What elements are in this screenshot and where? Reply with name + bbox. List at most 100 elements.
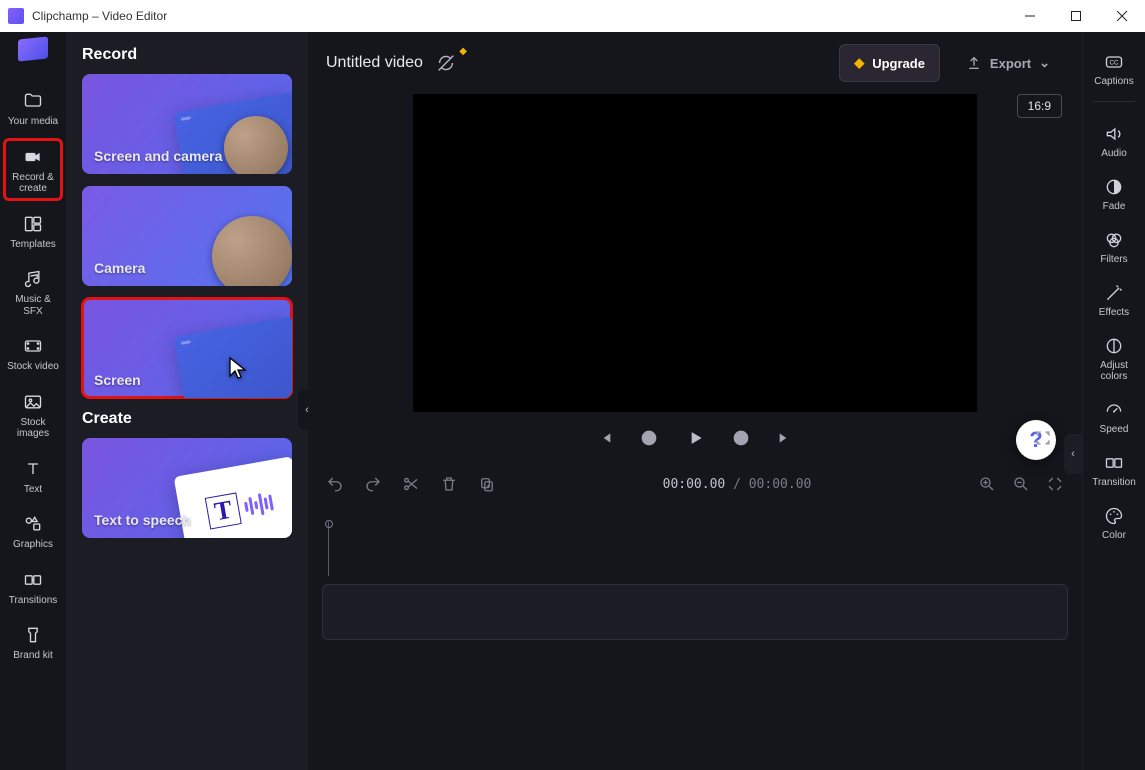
time-current: 00:00.00 [663, 477, 726, 492]
playhead-icon[interactable] [325, 520, 333, 528]
nav-label: Your media [8, 116, 58, 128]
duplicate-button[interactable] [478, 475, 496, 493]
nav-label: Graphics [13, 539, 53, 551]
editor-area: Untitled video ◆ ◆ Upgrade Export ⌄ 16:9… [308, 32, 1082, 770]
card-camera[interactable]: Camera [82, 186, 292, 286]
upgrade-label: Upgrade [872, 56, 925, 71]
zoom-in-button[interactable] [978, 475, 996, 493]
card-preview-tts: T [174, 456, 292, 538]
card-screen-and-camera[interactable]: Screen and camera [82, 74, 292, 174]
nav-brand-kit[interactable]: Brand kit [5, 618, 61, 666]
zoom-fit-button[interactable] [1046, 475, 1064, 493]
nav-label: Templates [10, 239, 56, 251]
rnav-label: Color [1102, 530, 1126, 541]
no-autosave-icon[interactable]: ◆ [435, 52, 457, 74]
nav-label: Brand kit [13, 650, 52, 662]
rnav-speed[interactable]: Speed [1086, 390, 1142, 441]
window-close-button[interactable] [1099, 0, 1145, 32]
nav-your-media[interactable]: Your media [5, 84, 61, 132]
timeline-ruler[interactable] [322, 508, 1068, 580]
text-icon [21, 458, 45, 480]
rnav-label: Fade [1103, 201, 1126, 212]
upload-icon [966, 55, 982, 71]
preview-canvas[interactable] [413, 94, 977, 412]
nav-label: Music & SFX [5, 294, 61, 317]
rnav-adjust-colors[interactable]: Adjust colors [1086, 326, 1142, 388]
right-sidebar: CC Captions Audio Fade Filters Effects A… [1082, 32, 1145, 770]
export-label: Export [990, 56, 1031, 71]
card-label: Screen [94, 372, 141, 388]
stockvideo-icon [21, 335, 45, 357]
diamond-icon: ◆ [854, 55, 864, 71]
folder-icon [21, 90, 45, 112]
brandkit-icon [21, 624, 45, 646]
graphics-icon [21, 513, 45, 535]
templates-icon [21, 213, 45, 235]
app-icon [8, 8, 24, 24]
timeline-area[interactable] [308, 508, 1082, 770]
app-logo [18, 36, 48, 61]
timecode-readout: 00:00.00 / 00:00.00 [516, 477, 958, 492]
split-button[interactable] [402, 475, 420, 493]
card-label: Screen and camera [94, 148, 222, 164]
rnav-label: Audio [1101, 148, 1127, 159]
nav-graphics[interactable]: Graphics [5, 507, 61, 555]
card-screen[interactable]: Screen [82, 298, 292, 398]
delete-button[interactable] [440, 475, 458, 493]
card-label: Camera [94, 260, 145, 276]
nav-text[interactable]: Text [5, 452, 61, 500]
rnav-label: Effects [1099, 307, 1129, 318]
upgrade-button[interactable]: ◆ Upgrade [839, 44, 940, 82]
timeline-track[interactable] [322, 584, 1068, 640]
chevron-down-icon: ⌄ [1039, 55, 1050, 71]
rnav-effects[interactable]: Effects [1086, 273, 1142, 324]
record-create-panel: Record Screen and camera Camera Screen C… [66, 32, 308, 770]
cursor-icon [228, 356, 248, 380]
music-icon [21, 268, 45, 290]
nav-stock-images[interactable]: Stock images [5, 385, 61, 444]
nav-stock-video[interactable]: Stock video [5, 329, 61, 377]
project-title[interactable]: Untitled video [326, 54, 423, 72]
editor-topbar: Untitled video ◆ ◆ Upgrade Export ⌄ [308, 32, 1082, 94]
svg-text:5: 5 [647, 436, 651, 443]
zoom-out-button[interactable] [1012, 475, 1030, 493]
svg-text:CC: CC [1109, 60, 1119, 67]
rnav-filters[interactable]: Filters [1086, 220, 1142, 271]
nav-templates[interactable]: Templates [5, 207, 61, 255]
nav-record-and-create[interactable]: Record & create [5, 140, 61, 199]
fullscreen-button[interactable] [1034, 429, 1052, 447]
rnav-audio[interactable]: Audio [1086, 114, 1142, 165]
undo-button[interactable] [326, 475, 344, 493]
skip-start-button[interactable] [597, 430, 613, 446]
aspect-ratio-button[interactable]: 16:9 [1017, 94, 1062, 118]
divider [1093, 101, 1135, 102]
export-button[interactable]: Export ⌄ [952, 45, 1064, 81]
rnav-captions[interactable]: CC Captions [1086, 42, 1142, 93]
rnav-fade[interactable]: Fade [1086, 167, 1142, 218]
rnav-transition[interactable]: Transition [1086, 443, 1142, 494]
rnav-label: Speed [1100, 424, 1129, 435]
rnav-color[interactable]: Color [1086, 496, 1142, 547]
play-button[interactable] [685, 428, 705, 448]
rnav-label: Transition [1092, 477, 1136, 488]
rnav-label: Adjust colors [1086, 360, 1142, 382]
card-preview-avatar [224, 116, 288, 174]
redo-button[interactable] [364, 475, 382, 493]
rewind-5-button[interactable]: 5 [639, 428, 659, 448]
titlebar: Clipchamp – Video Editor [0, 0, 1145, 32]
window-minimize-button[interactable] [1007, 0, 1053, 32]
stockimage-icon [21, 391, 45, 413]
nav-label: Stock images [5, 417, 61, 440]
card-text-to-speech[interactable]: T Text to speech [82, 438, 292, 538]
rnav-label: Captions [1094, 76, 1133, 87]
nav-music-sfx[interactable]: Music & SFX [5, 262, 61, 321]
left-sidebar: Your media Record & create Templates Mus… [0, 32, 66, 770]
forward-5-button[interactable]: 5 [731, 428, 751, 448]
timeline-toolbar: 00:00.00 / 00:00.00 [308, 460, 1082, 508]
window-title: Clipchamp – Video Editor [32, 9, 167, 23]
nav-transitions[interactable]: Transitions [5, 563, 61, 611]
window-maximize-button[interactable] [1053, 0, 1099, 32]
skip-end-button[interactable] [777, 430, 793, 446]
section-create-heading: Create [82, 410, 292, 428]
video-icon [21, 146, 45, 168]
